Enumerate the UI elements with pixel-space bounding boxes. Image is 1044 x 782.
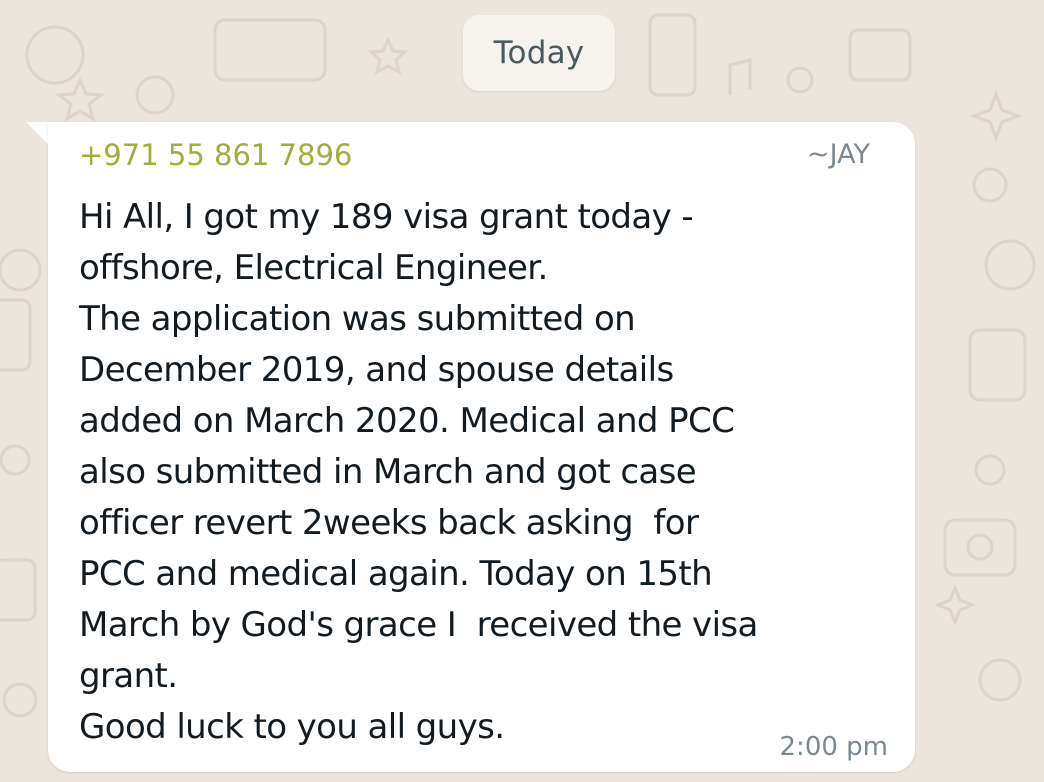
pin-doodle-icon — [972, 167, 1008, 203]
message-timestamp: 2:00 pm — [779, 732, 888, 762]
sparkle-doodle-icon — [934, 584, 976, 626]
sender-phone-number[interactable]: +971 55 861 7896 — [79, 138, 352, 172]
message-text: Hi All, I got my 189 visa grant today - … — [79, 192, 758, 753]
date-chip: Today — [463, 15, 615, 91]
message-bubble-tail — [26, 122, 50, 146]
circle-doodle-icon — [786, 66, 814, 94]
box-doodle-icon — [968, 328, 1027, 402]
message-text-line: PCC and medical again. Today on 15th — [79, 554, 713, 594]
music-note-doodle-icon — [728, 58, 752, 95]
sparkle-doodle-icon — [969, 89, 1023, 143]
compass-doodle-icon — [25, 25, 85, 85]
message-text-line: also submitted in March and got case — [79, 452, 697, 492]
phone-doodle-icon — [648, 13, 697, 97]
box-doodle-icon — [0, 558, 37, 622]
message-text-line: offshore, Electrical Engineer. — [79, 248, 548, 288]
ball-doodle-icon — [984, 239, 1036, 291]
circle-doodle-icon — [978, 658, 1022, 702]
message-text-line: Good luck to you all guys. — [79, 707, 505, 747]
star-doodle-icon — [367, 36, 409, 75]
message-text-line: March by God's grace I received the visa — [79, 605, 758, 645]
circle-doodle-icon — [0, 248, 42, 292]
date-chip-label: Today — [493, 35, 585, 71]
message-text-line: Hi All, I got my 189 visa grant today - — [79, 197, 694, 237]
message-text-line: December 2019, and spouse details — [79, 350, 674, 390]
camera-doodle-icon — [943, 518, 1017, 577]
box-doodle-icon — [848, 28, 912, 82]
circle-doodle-icon — [2, 682, 38, 718]
circle-doodle-icon — [974, 454, 1006, 486]
card-doodle-icon — [213, 18, 327, 82]
message-text-line: grant. — [79, 656, 178, 696]
circle-doodle-icon — [966, 533, 994, 561]
star-doodle-icon — [54, 76, 106, 123]
message-text-line: The application was submitted on — [79, 299, 636, 339]
circle-doodle-icon — [135, 75, 175, 115]
sender-display-name: ~JAY — [807, 139, 870, 170]
message-text-line: officer revert 2weeks back asking for — [79, 503, 699, 543]
message-text-line: added on March 2020. Medical and PCC — [79, 401, 735, 441]
circle-doodle-icon — [0, 444, 31, 476]
box-doodle-icon — [0, 298, 32, 372]
message-bubble[interactable]: +971 55 861 7896 ~JAY Hi All, I got my 1… — [48, 122, 915, 772]
